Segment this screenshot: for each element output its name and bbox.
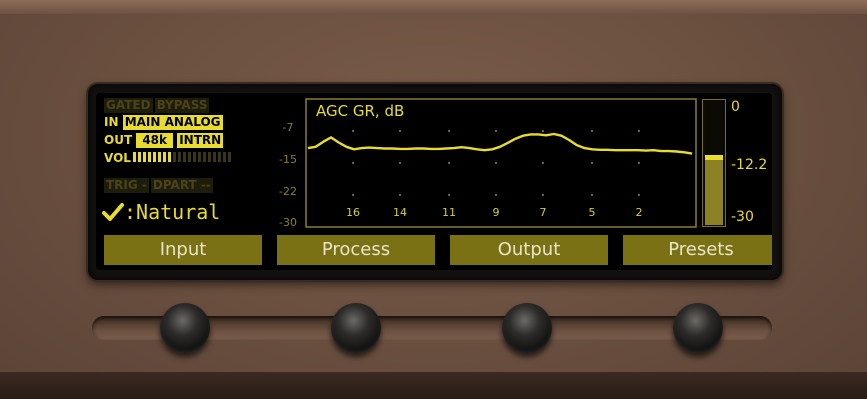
- grid-dot: [495, 194, 497, 196]
- vol-segment: [217, 152, 221, 162]
- y-tick-label: -22: [279, 185, 297, 198]
- softkey-input[interactable]: Input: [104, 235, 262, 265]
- meter-top-label: 0: [731, 99, 740, 115]
- chassis-top-edge: [0, 0, 867, 14]
- out-rate-badge: 48k: [136, 133, 174, 148]
- bypass-indicator: BYPASS: [154, 98, 210, 113]
- agc-series: [307, 132, 693, 155]
- grid-dot: [399, 194, 401, 196]
- device-chassis: GATED BYPASS IN MAIN ANALOG OUT 48k INTRN…: [0, 0, 867, 399]
- vol-segment: [227, 152, 231, 162]
- graph-grid: [352, 130, 640, 196]
- vol-segment: [132, 152, 136, 162]
- vol-segment: [137, 152, 141, 162]
- status-row-volume: VOL: [104, 151, 233, 166]
- vol-segment: [147, 152, 151, 162]
- active-preset: :Natural: [102, 200, 220, 224]
- status-row-output: OUT 48k INTRN: [104, 133, 224, 148]
- grid-dot: [399, 162, 401, 164]
- vol-segment: [207, 152, 211, 162]
- vol-segment: [202, 152, 206, 162]
- softkey-presets[interactable]: Presets: [623, 235, 772, 265]
- vol-segment: [197, 152, 201, 162]
- gated-indicator: GATED: [104, 98, 153, 113]
- x-tick-label: 5: [588, 206, 596, 219]
- status-row-input: IN MAIN ANALOG: [104, 115, 223, 130]
- x-tick-label: 16: [346, 206, 360, 219]
- grid-dot: [591, 194, 593, 196]
- x-tick-label: 14: [393, 206, 407, 219]
- grid-dot: [495, 162, 497, 164]
- grid-dot: [542, 194, 544, 196]
- trig-indicator: TRIG -: [104, 178, 149, 193]
- vol-segment: [142, 152, 146, 162]
- knob-output[interactable]: [502, 303, 552, 353]
- preset-name: :Natural: [124, 200, 221, 224]
- vol-segment: [177, 152, 181, 162]
- agc-gr-line: [307, 132, 693, 155]
- grid-dot: [542, 162, 544, 164]
- in-source-badge: MAIN ANALOG: [122, 115, 223, 130]
- lcd-display: GATED BYPASS IN MAIN ANALOG OUT 48k INTRN…: [96, 93, 772, 270]
- y-tick-label: -15: [279, 153, 297, 166]
- x-tick-label: 11: [442, 206, 456, 219]
- meter-bottom-label: -30: [731, 209, 754, 225]
- vol-segment: [187, 152, 191, 162]
- vol-segment: [152, 152, 156, 162]
- softkey-process[interactable]: Process: [277, 235, 435, 265]
- grid-dot: [638, 194, 640, 196]
- grid-dot: [352, 162, 354, 164]
- x-tick-label: 7: [539, 206, 547, 219]
- y-tick-label: -30: [279, 216, 297, 229]
- vol-segment: [222, 152, 226, 162]
- agc-graph: AGC GR, dB -7 -15 -22 -30 16 14 11 9 7 5…: [272, 97, 698, 229]
- gr-meter-peak: [705, 155, 723, 160]
- vol-segment: [182, 152, 186, 162]
- x-tick-label: 2: [635, 206, 643, 219]
- vol-meter: [132, 151, 233, 166]
- vol-label: VOL: [104, 151, 131, 165]
- chassis-bottom-edge: [0, 372, 867, 399]
- y-tick-label: -7: [282, 121, 294, 134]
- softkey-bar: Input Process Output Presets: [96, 235, 772, 265]
- dpart-indicator: DPART --: [150, 178, 213, 193]
- status-row-gated-bypass: GATED BYPASS: [104, 98, 210, 113]
- graph-title: AGC GR, dB: [316, 102, 405, 120]
- grid-dot: [352, 194, 354, 196]
- grid-dot: [352, 130, 354, 132]
- vol-segment: [162, 152, 166, 162]
- grid-dot: [638, 162, 640, 164]
- knob-input[interactable]: [160, 303, 210, 353]
- knob-process[interactable]: [331, 303, 381, 353]
- vol-segment: [157, 152, 161, 162]
- gr-meter-fill: [705, 157, 723, 225]
- grid-dot: [399, 130, 401, 132]
- grid-dot: [591, 130, 593, 132]
- knob-presets[interactable]: [673, 303, 723, 353]
- status-row-trig-dpart: TRIG - DPART --: [104, 178, 213, 193]
- grid-dot: [542, 130, 544, 132]
- gr-meter: [702, 99, 726, 227]
- vol-segment: [167, 152, 171, 162]
- meter-value-label: -12.2: [731, 157, 768, 173]
- softkey-output[interactable]: Output: [450, 235, 608, 265]
- grid-dot: [638, 130, 640, 132]
- grid-dot: [448, 162, 450, 164]
- in-label: IN: [104, 115, 119, 129]
- check-icon: [102, 203, 124, 221]
- vol-segment: [212, 152, 216, 162]
- out-label: OUT: [104, 133, 133, 147]
- grid-dot: [591, 162, 593, 164]
- grid-dot: [495, 130, 497, 132]
- vol-segment: [172, 152, 176, 162]
- vol-segment: [192, 152, 196, 162]
- grid-dot: [448, 130, 450, 132]
- grid-dot: [448, 194, 450, 196]
- out-clock-badge: INTRN: [177, 133, 224, 148]
- x-tick-label: 9: [492, 206, 500, 219]
